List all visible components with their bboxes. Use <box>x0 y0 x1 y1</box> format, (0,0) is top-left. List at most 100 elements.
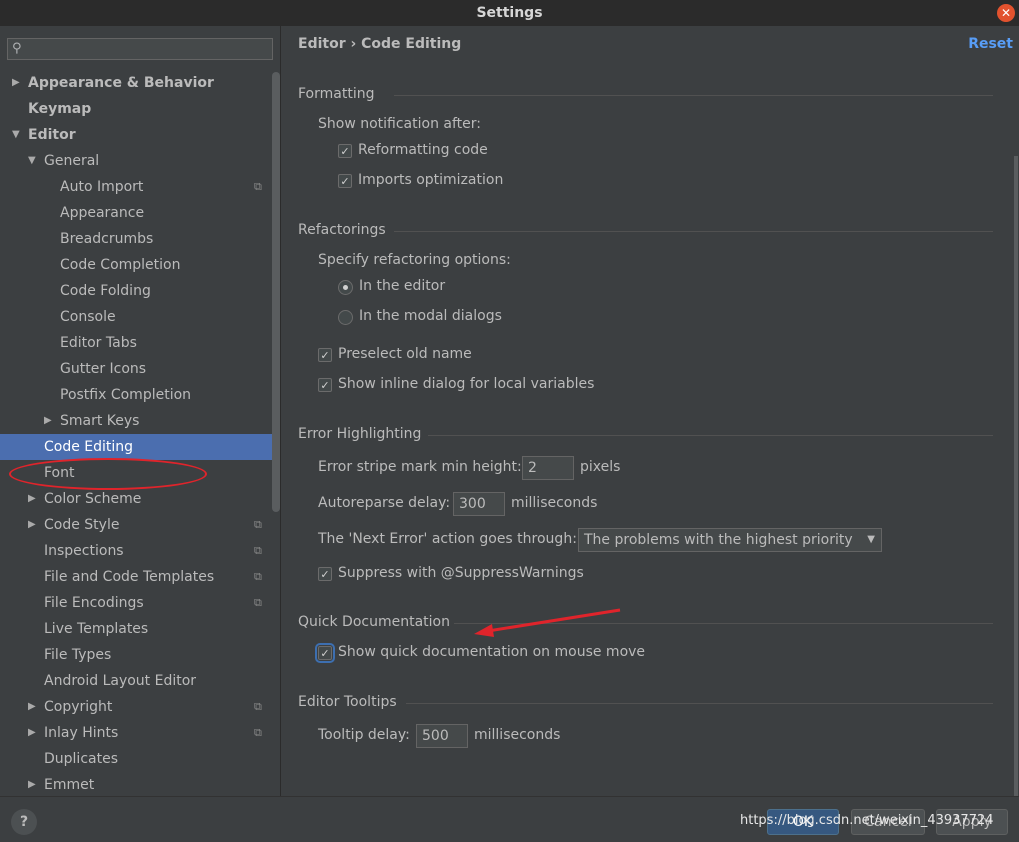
sidebar-item-label: Editor Tabs <box>60 335 137 351</box>
divider <box>394 95 993 96</box>
suppress-checkbox[interactable]: ✓ <box>318 567 332 581</box>
in-modal-radio[interactable] <box>338 310 353 325</box>
project-scope-icon: ⧉ <box>254 700 262 713</box>
sidebar-item[interactable]: Duplicates <box>0 746 280 772</box>
chevron-right-icon[interactable]: ▶ <box>28 512 42 538</box>
inline-dialog-checkbox[interactable]: ✓ <box>318 378 332 392</box>
sidebar-item[interactable]: Editor Tabs <box>0 330 280 356</box>
tooltip-delay-input[interactable]: 500 <box>416 724 468 748</box>
breadcrumb: Editor › Code Editing <box>298 36 462 52</box>
preselect-checkbox[interactable]: ✓ <box>318 348 332 362</box>
sidebar-item[interactable]: ▶ Smart Keys <box>0 408 280 434</box>
sidebar-item[interactable]: Auto Import ⧉ <box>0 174 280 200</box>
window-titlebar: Settings ✕ <box>0 0 1019 26</box>
sidebar-item[interactable]: Code Folding <box>0 278 280 304</box>
sidebar-item[interactable]: Postfix Completion <box>0 382 280 408</box>
section-error-highlighting: Error Highlighting <box>298 426 422 442</box>
chevron-down-icon[interactable]: ▼ <box>12 122 26 148</box>
close-icon[interactable]: ✕ <box>997 4 1015 22</box>
chevron-right-icon[interactable]: ▶ <box>28 720 42 746</box>
stripe-unit: pixels <box>580 459 621 475</box>
quick-doc-label: Show quick documentation on mouse move <box>338 644 646 660</box>
imports-checkbox[interactable]: ✓ <box>338 174 352 188</box>
project-scope-icon: ⧉ <box>254 596 262 609</box>
sidebar-item[interactable]: File Encodings ⧉ <box>0 590 280 616</box>
annotation-arrow-line <box>487 608 621 633</box>
sidebar-item[interactable]: ▶ Color Scheme <box>0 486 280 512</box>
next-error-select[interactable]: The problems with the highest priority ▼ <box>578 528 882 552</box>
window-title: Settings <box>476 5 543 21</box>
chevron-right-icon[interactable]: ▶ <box>12 70 26 96</box>
watermark: https://blog.csdn.net/weixin_43937724 <box>740 813 994 828</box>
reformat-checkbox[interactable]: ✓ <box>338 144 352 158</box>
search-input[interactable]: ⚲ <box>7 38 273 60</box>
help-button[interactable]: ? <box>11 809 37 835</box>
annotation-oval <box>9 458 207 490</box>
sidebar-item-label: Emmet <box>44 777 95 793</box>
sidebar-item[interactable]: Gutter Icons <box>0 356 280 382</box>
sidebar-item-label: Duplicates <box>44 751 118 767</box>
content-scrollbar[interactable] <box>1014 156 1018 796</box>
sidebar-item[interactable]: File Types <box>0 642 280 668</box>
sidebar-item[interactable]: Inspections ⧉ <box>0 538 280 564</box>
stripe-label: Error stripe mark min height: <box>318 459 522 475</box>
sidebar-item[interactable]: ▼ General <box>0 148 280 174</box>
sidebar-item[interactable]: Appearance <box>0 200 280 226</box>
dialog-footer: ? OK Cancel Apply https://blog.csdn.net/… <box>0 796 1019 842</box>
sidebar-item-label: File and Code Templates <box>44 569 215 585</box>
sidebar-item[interactable]: Android Layout Editor <box>0 668 280 694</box>
divider <box>394 231 993 232</box>
annotation-arrow <box>474 608 621 637</box>
chevron-right-icon[interactable]: ▶ <box>28 772 42 798</box>
reset-link[interactable]: Reset <box>968 36 1013 52</box>
annotation-arrow-head <box>474 624 494 637</box>
quick-doc-checkbox[interactable]: ✓ <box>315 643 335 663</box>
sidebar-item[interactable]: ▼ Editor <box>0 122 280 148</box>
sidebar-item[interactable]: ▶ Copyright ⧉ <box>0 694 280 720</box>
reparse-delay-input[interactable]: 300 <box>453 492 505 516</box>
radio-dot <box>343 285 348 290</box>
project-scope-icon: ⧉ <box>254 544 262 557</box>
sidebar-item-label: Breadcrumbs <box>60 231 154 247</box>
chevron-right-icon[interactable]: ▶ <box>28 486 42 512</box>
sidebar-item[interactable]: Keymap <box>0 96 280 122</box>
sidebar-item[interactable]: Breadcrumbs <box>0 226 280 252</box>
sidebar-item-label: Keymap <box>28 101 92 117</box>
sidebar-item-label: Color Scheme <box>44 491 142 507</box>
sidebar-item-label: Live Templates <box>44 621 149 637</box>
next-error-label: The 'Next Error' action goes through: <box>318 531 577 547</box>
sidebar-item[interactable]: Console <box>0 304 280 330</box>
project-scope-icon: ⧉ <box>254 180 262 193</box>
sidebar-item-label: Android Layout Editor <box>44 673 197 689</box>
chevron-right-icon[interactable]: ▶ <box>28 694 42 720</box>
project-scope-icon: ⧉ <box>254 518 262 531</box>
chevron-down-icon[interactable]: ▼ <box>28 148 42 174</box>
notify-label: Show notification after: <box>318 116 481 132</box>
inline-dialog-label: Show inline dialog for local variables <box>338 376 595 392</box>
section-quick-documentation: Quick Documentation <box>298 614 450 630</box>
section-editor-tooltips: Editor Tooltips <box>298 694 397 710</box>
imports-label: Imports optimization <box>358 172 504 188</box>
sidebar-item[interactable]: ▶ Appearance & Behavior <box>0 70 280 96</box>
sidebar-scrollbar[interactable] <box>272 72 280 512</box>
stripe-height-input[interactable]: 2 <box>522 456 574 480</box>
sidebar-item[interactable]: Code Completion <box>0 252 280 278</box>
in-modal-label: In the modal dialogs <box>359 308 502 324</box>
sidebar-item-label: Code Folding <box>60 283 151 299</box>
sidebar-item-label: Console <box>60 309 116 325</box>
sidebar-item[interactable]: Code Editing <box>0 434 280 460</box>
chevron-right-icon[interactable]: ▶ <box>44 408 58 434</box>
in-editor-radio[interactable] <box>338 280 353 295</box>
sidebar-item-label: Appearance <box>60 205 145 221</box>
sidebar-item-label: Appearance & Behavior <box>28 75 214 91</box>
sidebar-item[interactable]: ▶ Code Style ⧉ <box>0 512 280 538</box>
section-formatting: Formatting <box>298 86 375 102</box>
sidebar-item[interactable]: File and Code Templates ⧉ <box>0 564 280 590</box>
next-error-value: The problems with the highest priority <box>584 532 853 548</box>
sidebar-item-label: Editor <box>28 127 76 143</box>
settings-sidebar: ⚲ ▶ Appearance & Behavior Keymap ▼ Editor ▼ Ge… <box>0 26 281 796</box>
sidebar-item[interactable]: Live Templates <box>0 616 280 642</box>
sidebar-item[interactable]: ▶ Inlay Hints ⧉ <box>0 720 280 746</box>
reparse-label: Autoreparse delay: <box>318 495 451 511</box>
sidebar-item[interactable]: ▶ Emmet <box>0 772 280 798</box>
